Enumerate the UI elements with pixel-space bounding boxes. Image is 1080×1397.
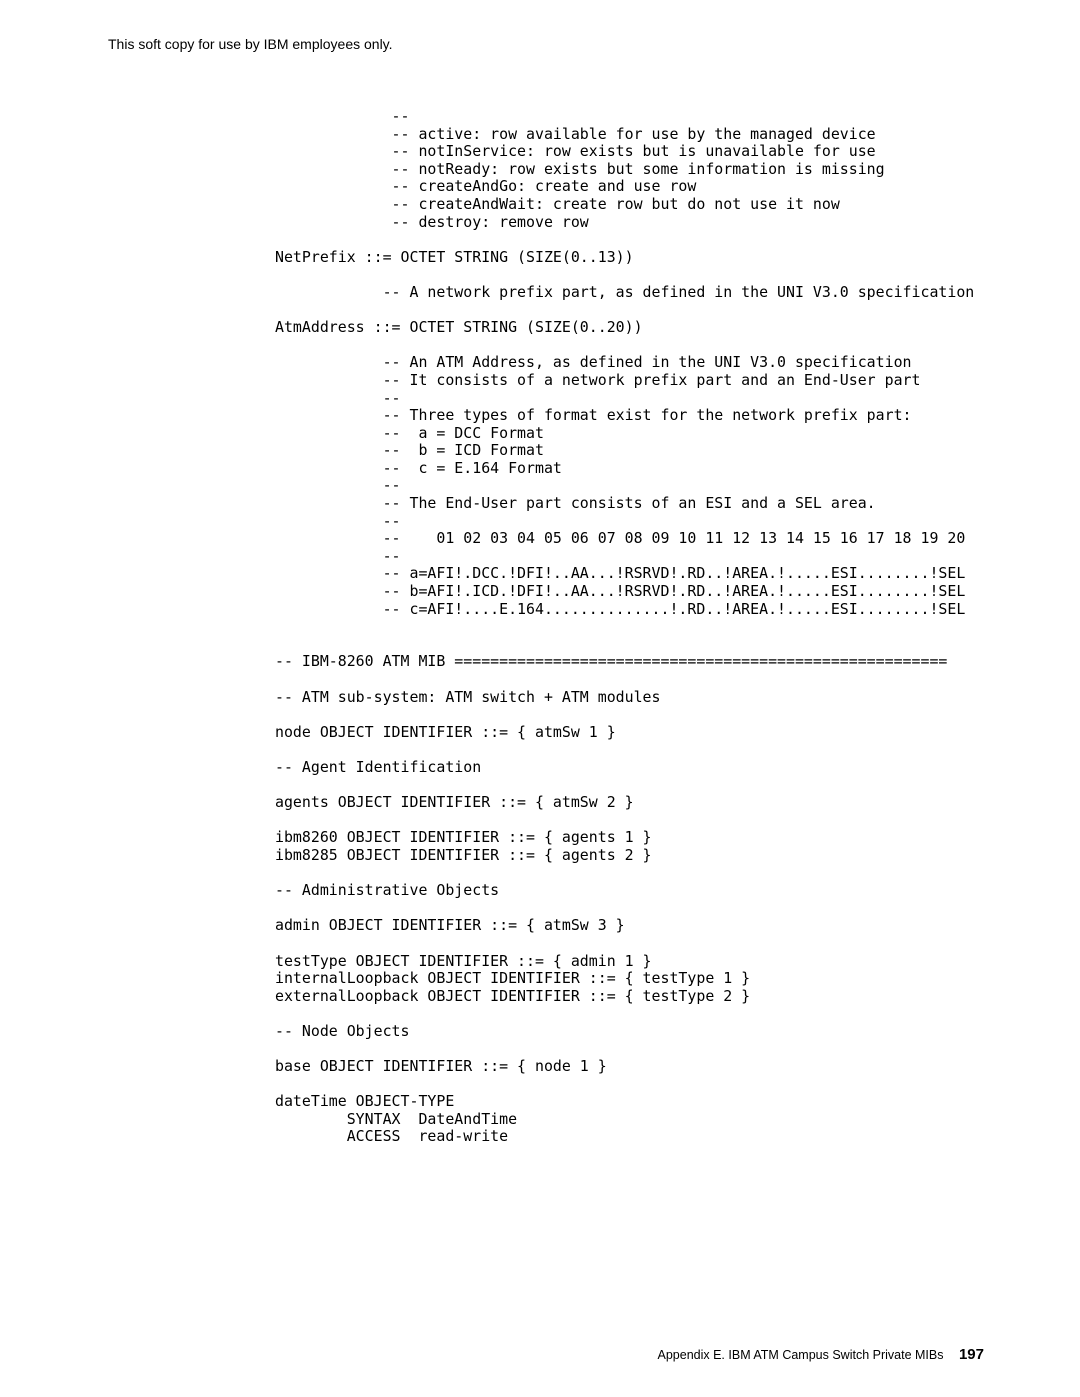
code-line: -- c = E.164 Format	[275, 459, 562, 477]
code-line: ibm8260 OBJECT IDENTIFIER ::= { agents 1…	[275, 828, 652, 846]
code-line: -- destroy: remove row	[275, 213, 589, 231]
page-footer: Appendix E. IBM ATM Campus Switch Privat…	[658, 1346, 985, 1363]
code-line: NetPrefix ::= OCTET STRING (SIZE(0..13))	[275, 248, 634, 266]
code-line: SYNTAX DateAndTime	[275, 1110, 517, 1128]
code-line: dateTime OBJECT-TYPE	[275, 1092, 454, 1110]
code-line: --	[275, 512, 401, 530]
code-line: admin OBJECT IDENTIFIER ::= { atmSw 3 }	[275, 916, 625, 934]
code-line: -- b = ICD Format	[275, 441, 544, 459]
code-line: -- b=AFI!.ICD.!DFI!..AA...!RSRVD!.RD..!A…	[275, 582, 965, 600]
code-line: -- Agent Identification	[275, 758, 481, 776]
code-line: --	[275, 547, 401, 565]
code-line: -- 01 02 03 04 05 06 07 08 09 10 11 12 1…	[275, 529, 965, 547]
code-line: internalLoopback OBJECT IDENTIFIER ::= {…	[275, 969, 750, 987]
code-line: externalLoopback OBJECT IDENTIFIER ::= {…	[275, 987, 750, 1005]
code-line: -- A network prefix part, as defined in …	[275, 283, 974, 301]
code-line: ibm8285 OBJECT IDENTIFIER ::= { agents 2…	[275, 846, 652, 864]
code-line: -- ATM sub-system: ATM switch + ATM modu…	[275, 688, 661, 706]
code-line: -- Node Objects	[275, 1022, 409, 1040]
code-line: -- It consists of a network prefix part …	[275, 371, 920, 389]
code-line: agents OBJECT IDENTIFIER ::= { atmSw 2 }	[275, 793, 634, 811]
code-line: -- active: row available for use by the …	[275, 125, 876, 143]
code-line: -- Administrative Objects	[275, 881, 499, 899]
code-line: node OBJECT IDENTIFIER ::= { atmSw 1 }	[275, 723, 616, 741]
code-line: -- a = DCC Format	[275, 424, 544, 442]
code-line: -- c=AFI!....E.164..............!.RD..!A…	[275, 600, 965, 618]
code-block: -- -- active: row available for use by t…	[275, 108, 974, 1146]
code-line: -- a=AFI!.DCC.!DFI!..AA...!RSRVD!.RD..!A…	[275, 564, 965, 582]
code-line: AtmAddress ::= OCTET STRING (SIZE(0..20)…	[275, 318, 643, 336]
code-line: ACCESS read-write	[275, 1127, 508, 1145]
code-line: base OBJECT IDENTIFIER ::= { node 1 }	[275, 1057, 607, 1075]
code-line: -- createAndGo: create and use row	[275, 177, 696, 195]
code-line: -- An ATM Address, as defined in the UNI…	[275, 353, 912, 371]
code-line: -- The End-User part consists of an ESI …	[275, 494, 876, 512]
code-line: -- createAndWait: create row but do not …	[275, 195, 840, 213]
footer-section: Appendix E. IBM ATM Campus Switch Privat…	[658, 1348, 944, 1362]
code-line: --	[275, 107, 409, 125]
code-line: -- notReady: row exists but some informa…	[275, 160, 885, 178]
code-line: --	[275, 389, 401, 407]
header-note: This soft copy for use by IBM employees …	[108, 36, 393, 52]
code-line: testType OBJECT IDENTIFIER ::= { admin 1…	[275, 952, 652, 970]
page-number: 197	[947, 1346, 984, 1363]
code-line: --	[275, 476, 401, 494]
code-line: -- notInService: row exists but is unava…	[275, 142, 876, 160]
code-line: -- Three types of format exist for the n…	[275, 406, 912, 424]
code-line: -- IBM-8260 ATM MIB ====================…	[275, 652, 947, 670]
